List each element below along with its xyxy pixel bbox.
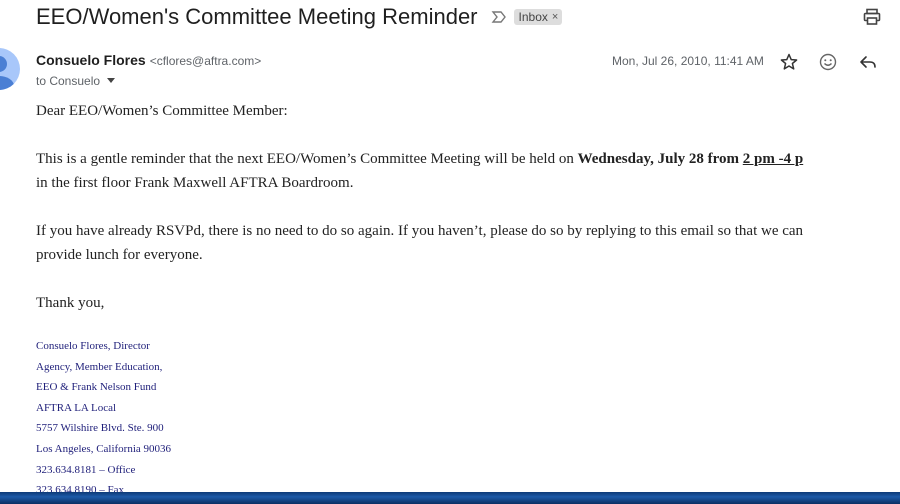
meeting-date: Wednesday, July 28 from xyxy=(577,151,743,167)
sender-email: <cflores@aftra.com> xyxy=(149,54,262,68)
sender-row: Consuelo Flores <cflores@aftra.com> xyxy=(36,52,261,68)
paragraph-1-line-1: This is a gentle reminder that the next … xyxy=(36,147,900,171)
email-body: Dear EEO/Women’s Committee Member: This … xyxy=(36,99,900,315)
email-date: Mon, Jul 26, 2010, 11:41 AM xyxy=(612,54,764,68)
paragraph-2-line-1: If you have already RSVPd, there is no n… xyxy=(36,223,804,239)
paragraph-1-line-2: in the first floor Frank Maxwell AFTRA B… xyxy=(36,175,354,191)
sender-avatar[interactable] xyxy=(0,48,20,90)
meeting-time: 2 pm -4 p xyxy=(742,151,804,167)
paragraph-1-text: This is a gentle reminder that the next … xyxy=(36,151,578,167)
signature-line: Los Angeles, California 90036 xyxy=(36,442,172,455)
sender-name[interactable]: Consuelo Flores xyxy=(36,52,146,68)
emoji-icon[interactable] xyxy=(818,52,838,72)
recipient-text: to Consuelo xyxy=(36,74,101,88)
signature-line: 323.634.8181 – Office xyxy=(36,463,136,476)
signature-banner-image xyxy=(0,492,900,504)
star-icon[interactable] xyxy=(779,52,799,72)
greeting: Dear EEO/Women’s Committee Member: xyxy=(36,103,288,119)
remove-label-button[interactable]: × xyxy=(552,11,558,23)
label-text: Inbox xyxy=(518,10,548,24)
reply-icon[interactable] xyxy=(858,52,878,72)
recipient-details-toggle[interactable]: to Consuelo xyxy=(36,74,116,88)
subject-row: EEO/Women's Committee Meeting Reminder I… xyxy=(36,2,563,32)
signature-line: AFTRA LA Local xyxy=(36,401,117,414)
important-marker-icon[interactable] xyxy=(490,8,508,26)
signature-line: Consuelo Flores, Director xyxy=(36,340,150,352)
chevron-down-icon[interactable] xyxy=(107,76,116,86)
signature-block: Consuelo Flores, Director Agency, Member… xyxy=(36,336,171,501)
signature-line: 5757 Wilshire Blvd. Ste. 900 xyxy=(36,422,164,435)
print-icon[interactable] xyxy=(862,7,882,27)
signature-line: Agency, Member Education, xyxy=(36,360,163,373)
closing: Thank you, xyxy=(36,295,105,311)
inbox-label-chip[interactable]: Inbox × xyxy=(513,9,563,25)
paragraph-2-line-2: provide lunch for everyone. xyxy=(36,247,203,263)
email-subject: EEO/Women's Committee Meeting Reminder xyxy=(36,4,478,29)
signature-line: EEO & Frank Nelson Fund xyxy=(36,381,157,394)
